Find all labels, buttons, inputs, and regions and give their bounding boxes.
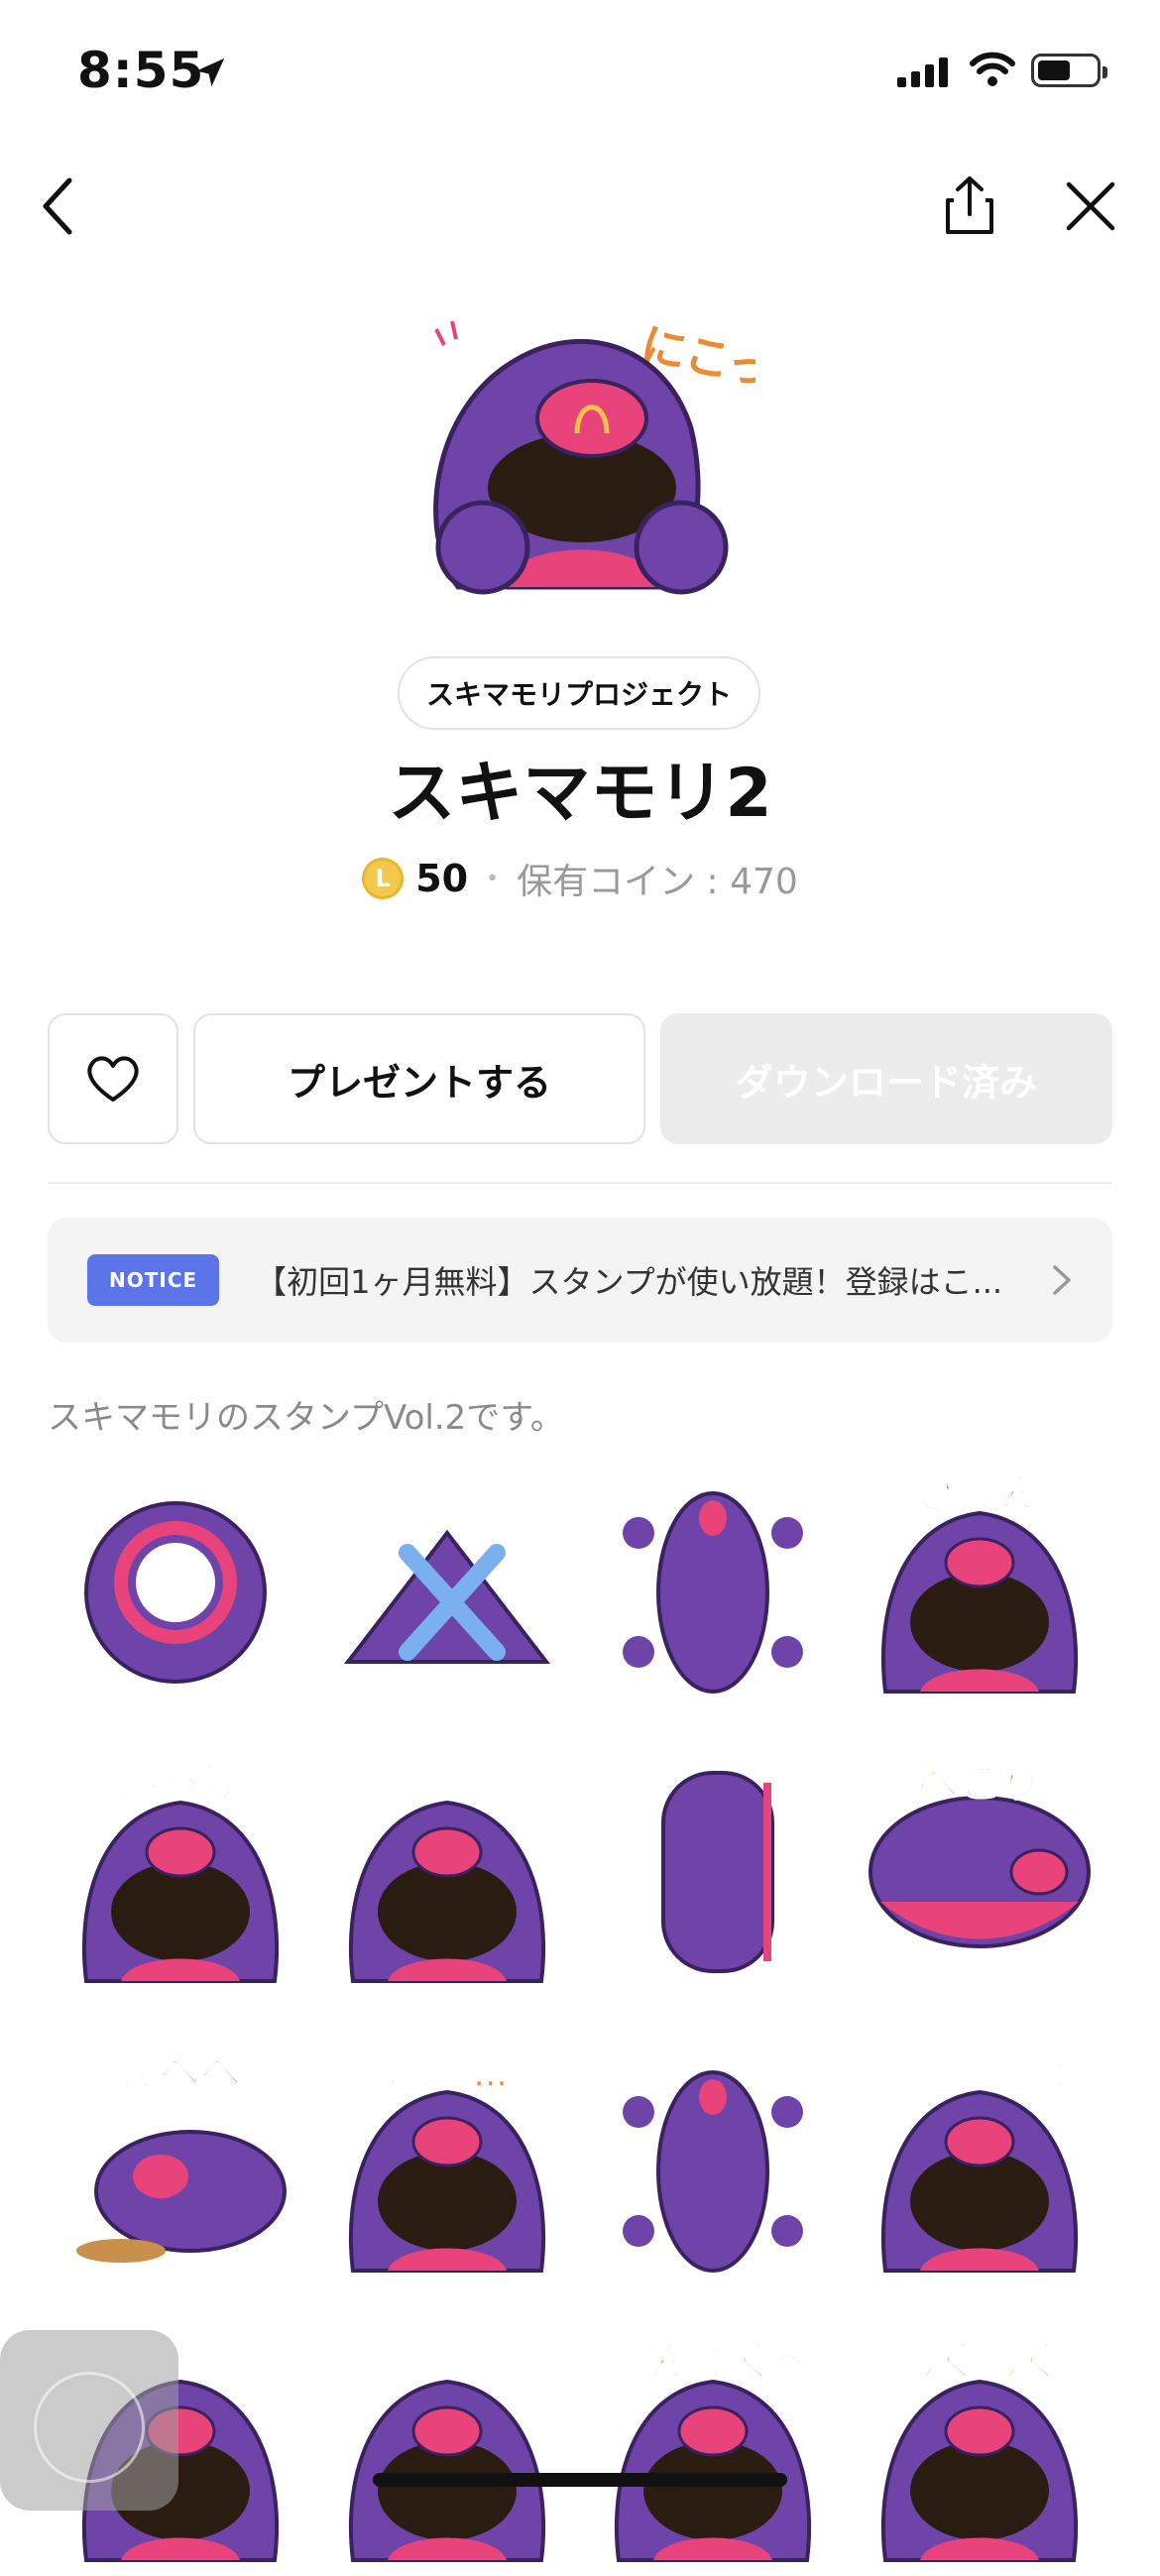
- sticker-image: [84, 1501, 268, 1684]
- line-coin-icon: L: [362, 858, 405, 899]
- battery-icon: [1031, 54, 1107, 87]
- sticker-item[interactable]: [580, 1747, 847, 1997]
- sticker-item[interactable]: ぴえん: [847, 1458, 1113, 1707]
- sticker-caption: えへへ: [120, 2048, 242, 2096]
- status-bar: 8:55: [0, 0, 1160, 149]
- sticker-caption: ぴえん: [917, 1468, 1042, 1517]
- sticker-image: みっけ: [82, 1757, 280, 1983]
- sticker-item[interactable]: えへへ: [48, 2037, 314, 2286]
- sticker-caption: ぺこり: [917, 1758, 1042, 1807]
- sticker-item[interactable]: [48, 1458, 314, 1707]
- present-button[interactable]: プレゼントする: [193, 1013, 645, 1144]
- favorite-button[interactable]: [48, 1013, 178, 1144]
- sticker-image: ぴえん: [880, 1467, 1078, 1694]
- sticker-image: [343, 1529, 550, 1664]
- sticker-caption: もぐもぐ: [896, 2337, 1063, 2386]
- sticker-image: もぐもぐ: [880, 2336, 1078, 2562]
- notice-banner[interactable]: NOTICE 【初回1ヶ月無料】スタンプが使い放題！登録はこ...: [48, 1218, 1112, 1343]
- sticker-title: スキマモリ2: [388, 755, 772, 833]
- owned-coins: 保有コイン : 470: [517, 862, 798, 902]
- download-button[interactable]: ダウンロード済み: [660, 1013, 1112, 1144]
- sticker-item[interactable]: 走っちゃダメ！: [847, 2037, 1113, 2286]
- chevron-right-icon: [1053, 1265, 1071, 1295]
- author-chip[interactable]: スキマモリプロジェクト: [398, 656, 760, 730]
- price-value: 50: [415, 857, 469, 900]
- preview-toggle-button[interactable]: [0, 2330, 178, 2511]
- sticker-item[interactable]: みっけ: [48, 1747, 314, 1997]
- main-sticker-image: にこっ: [433, 317, 755, 595]
- status-time: 8:55: [77, 42, 205, 99]
- sticker-caption: みっけ: [118, 1758, 243, 1807]
- sticker-grid: ぴえんみっけ 美 ぺこりえへへ にこっ... 走っちゃダメ！ まんぷく〜 もぐもぐ: [48, 1458, 1112, 2576]
- sticker-item[interactable]: [580, 2037, 847, 2286]
- share-icon: [946, 176, 993, 234]
- sticker-caption: 走っちゃダメ！: [875, 2059, 1083, 2094]
- home-indicator: [373, 2473, 787, 2487]
- sticker-item[interactable]: [314, 2326, 581, 2576]
- sticker-item[interactable]: [580, 1458, 847, 1707]
- chevron-right-icon: [34, 2372, 145, 2483]
- chevron-left-icon: [43, 177, 72, 235]
- sticker-item[interactable]: もぐもぐ: [847, 2326, 1113, 2576]
- close-button[interactable]: [1063, 178, 1118, 234]
- sticker-image: ぺこり: [868, 1757, 1091, 1948]
- sticker-item[interactable]: まんぷく〜: [580, 2326, 847, 2576]
- sticker-image: [623, 1491, 804, 1694]
- sticker-item[interactable]: ぺこり: [847, 1747, 1113, 1997]
- location-arrow-icon: [195, 58, 225, 87]
- sticker-item[interactable]: 美: [314, 1747, 581, 1997]
- heart-icon: [87, 1056, 139, 1102]
- section-divider: [48, 1182, 1112, 1184]
- back-button[interactable]: [38, 176, 81, 236]
- sticker-image: [661, 1771, 775, 1973]
- sticker-image: 走っちゃダメ！: [874, 2058, 1084, 2273]
- sticker-description: スキマモリのスタンプVol.2です。: [48, 1398, 564, 1438]
- notice-text: 【初回1ヶ月無料】スタンプが使い放題！登録はこ...: [255, 1263, 1003, 1301]
- sticker-item[interactable]: にこっ...: [314, 2037, 581, 2286]
- close-icon: [1066, 181, 1115, 231]
- sticker-image: えへへ: [76, 2047, 288, 2263]
- notice-badge: NOTICE: [87, 1254, 220, 1306]
- price-row: L 50 • 保有コイン : 470: [0, 853, 1160, 904]
- sticker-image: まんぷく〜: [608, 2336, 818, 2562]
- wifi-icon: [970, 52, 1015, 86]
- cellular-signal-icon: [897, 58, 948, 87]
- sticker-caption: まんぷく〜: [609, 2337, 817, 2386]
- separator-dot: •: [486, 866, 500, 891]
- sticker-caption: 美: [426, 1758, 468, 1807]
- sticker-caption: にこっ...: [387, 2059, 508, 2094]
- sticker-image: [623, 2070, 804, 2273]
- sticker-image: [348, 2379, 545, 2562]
- sticker-item[interactable]: [314, 1458, 581, 1707]
- share-button[interactable]: [940, 175, 999, 236]
- sticker-image: 美: [348, 1757, 545, 1983]
- sticker-image: にこっ...: [348, 2058, 545, 2273]
